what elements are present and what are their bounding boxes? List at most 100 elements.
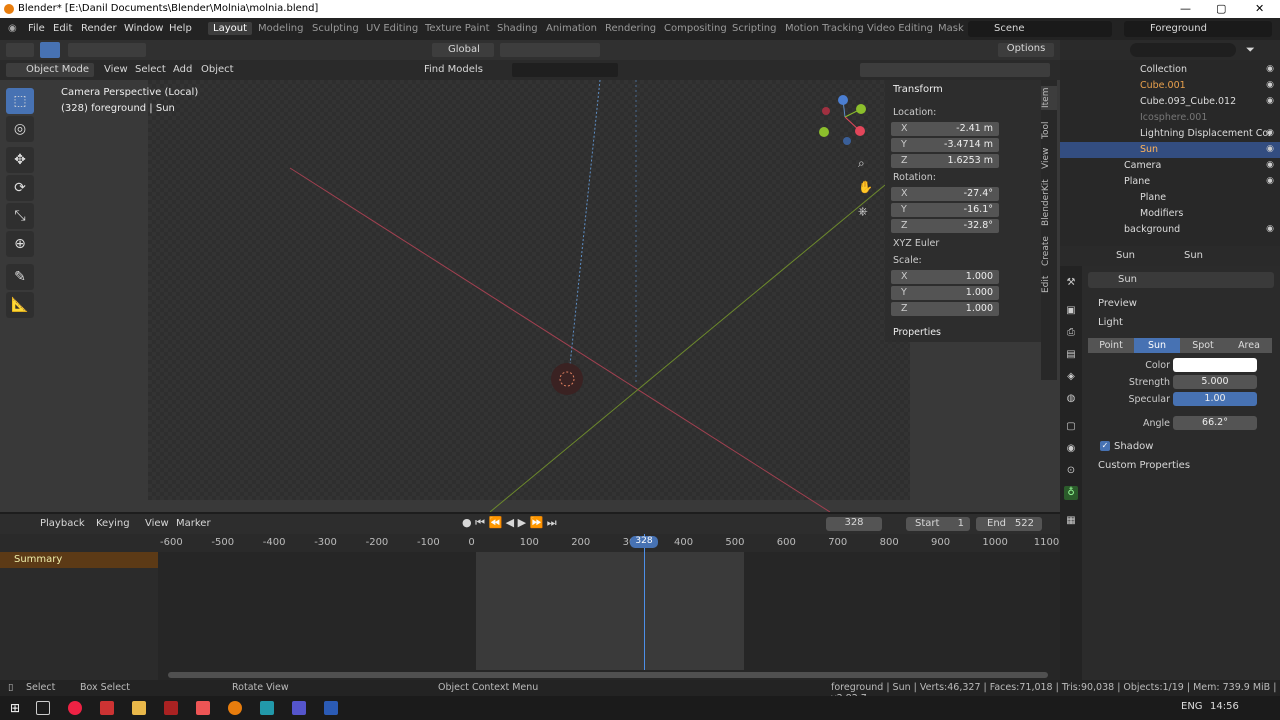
menu-object[interactable]: Object [201, 64, 234, 75]
menu-keying[interactable]: Keying [96, 518, 130, 529]
tab-texture-paint[interactable]: Texture Paint [425, 22, 490, 35]
blender-taskbar-icon[interactable] [228, 701, 242, 715]
menu-window[interactable]: Window [124, 23, 163, 34]
light-data-icon[interactable]: ♁ [1064, 486, 1078, 500]
light-type-spot[interactable]: Spot [1180, 338, 1226, 353]
outliner-item-modifiers[interactable]: Modifiers [1060, 206, 1280, 222]
minimize-button[interactable]: — [1180, 2, 1191, 15]
scale-icon[interactable]: ⤡ [6, 203, 34, 229]
rotation-mode-dropdown[interactable]: XYZ Euler [893, 238, 939, 249]
menu-playback[interactable]: Playback [40, 518, 85, 529]
outliner-item-background[interactable]: background ◉ [1060, 222, 1280, 238]
physics-icon[interactable]: ◉ [1064, 442, 1078, 456]
outliner-item-sun[interactable]: Sun ◉ [1060, 142, 1280, 158]
menu-render[interactable]: Render [81, 23, 117, 34]
timeline-ruler[interactable]: -600-500-400-300-200-1000100200300400500… [0, 534, 1060, 552]
tab-scripting[interactable]: Scripting [732, 22, 776, 35]
word-icon[interactable] [324, 701, 338, 715]
scale-y-field[interactable]: Y 1.000 [891, 286, 999, 300]
clock[interactable]: 14:56 [1210, 701, 1239, 712]
playhead[interactable] [644, 534, 645, 670]
menu-marker[interactable]: Marker [176, 518, 211, 529]
light-panel[interactable]: Light [1098, 317, 1123, 328]
move-icon[interactable]: ✥ [6, 147, 34, 173]
scene-selector[interactable]: Scene [968, 21, 1112, 37]
location-y-field[interactable]: Y -3.4714 m [891, 138, 999, 152]
context-object[interactable]: Sun [1116, 250, 1135, 261]
select-box-icon[interactable]: ⬚ [6, 88, 34, 114]
scale-x-field[interactable]: X 1.000 [891, 270, 999, 284]
outliner-item-plane-mesh[interactable]: Plane [1060, 190, 1280, 206]
angle-field[interactable]: 66.2° [1173, 416, 1257, 430]
transform-title[interactable]: Transform [893, 84, 943, 95]
rotation-x-field[interactable]: X -27.4° [891, 187, 999, 201]
timeline-scrollbar[interactable] [168, 672, 1048, 678]
context-data[interactable]: Sun [1184, 250, 1203, 261]
camera-view-icon[interactable]: ⎈ [858, 204, 868, 219]
find-models-button[interactable]: Find Models [424, 64, 483, 75]
filter-icon[interactable]: ⏷ [1246, 43, 1255, 57]
outliner-item-camera[interactable]: Camera ◉ [1060, 158, 1280, 174]
menu-view[interactable]: View [104, 64, 128, 75]
playback-controls[interactable]: ● ⏮ ⏪ ◀ ▶ ⏩ ⏭ [462, 516, 557, 530]
outliner-item-collection[interactable]: Collection ◉ [1060, 62, 1280, 78]
tab-layout[interactable]: Layout [208, 22, 252, 35]
close-button[interactable]: ✕ [1255, 2, 1264, 15]
language-indicator[interactable]: ENG [1181, 701, 1203, 712]
mode-dropdown[interactable]: Object Mode [6, 63, 94, 77]
specular-slider[interactable]: 1.00 [1173, 392, 1257, 406]
outliner-item-cube093[interactable]: Cube.093_Cube.012 ◉ [1060, 94, 1280, 110]
tab-edit[interactable]: Edit [1041, 272, 1057, 296]
output-icon[interactable]: ⎙ [1064, 326, 1078, 340]
shadow-panel[interactable]: Shadow [1114, 441, 1153, 452]
shadow-checkbox[interactable]: ✓ [1100, 441, 1110, 451]
zoom-icon[interactable]: ⌕ [858, 156, 865, 171]
scale-z-field[interactable]: Z 1.000 [891, 302, 999, 316]
visibility-eye-icon[interactable]: ◉ [1266, 128, 1274, 138]
tab-blenderkit[interactable]: BlenderKit [1041, 178, 1057, 228]
end-frame-field[interactable]: End 522 [976, 517, 1042, 531]
tab-create[interactable]: Create [1041, 234, 1057, 268]
scene-icon[interactable]: ◈ [1064, 370, 1078, 384]
visibility-eye-icon[interactable]: ◉ [1266, 64, 1274, 74]
view-layer-icon[interactable]: ▤ [1064, 348, 1078, 362]
rotate-icon[interactable]: ⟳ [6, 175, 34, 201]
hand-pan-icon[interactable]: ✋ [858, 180, 873, 194]
summary-channel[interactable]: Summary [0, 552, 158, 568]
custom-properties-panel[interactable]: Custom Properties [1098, 460, 1190, 471]
maximize-button[interactable]: ▢ [1216, 2, 1226, 15]
tab-motion-tracking[interactable]: Motion Tracking [785, 22, 864, 35]
outliner-item-lightning[interactable]: Lightning Displacement Cor ◉ [1060, 126, 1280, 142]
constraints-icon[interactable]: ⊙ [1064, 464, 1078, 478]
light-type-point[interactable]: Point [1088, 338, 1134, 353]
tab-compositing[interactable]: Compositing [664, 22, 727, 35]
object-icon[interactable]: ▢ [1064, 420, 1078, 434]
light-datablock-field[interactable]: Sun [1088, 272, 1274, 288]
tab-view[interactable]: View [1041, 146, 1057, 170]
cursor-icon[interactable]: ◎ [6, 116, 34, 142]
task-view-icon[interactable] [36, 701, 50, 715]
tab-video-editing[interactable]: Video Editing [867, 22, 933, 35]
texture-icon[interactable]: ▦ [1064, 514, 1078, 528]
visibility-eye-icon[interactable]: ◉ [1266, 224, 1274, 234]
shading-controls[interactable] [860, 63, 1050, 77]
options-dropdown[interactable]: Options [998, 43, 1054, 57]
start-frame-field[interactable]: Start 1 [906, 517, 970, 531]
editor-type-icon[interactable] [6, 43, 34, 57]
menu-select[interactable]: Select [135, 64, 166, 75]
light-type-area[interactable]: Area [1226, 338, 1272, 353]
visibility-eye-icon[interactable]: ◉ [1266, 80, 1274, 90]
telegram-icon[interactable] [260, 701, 274, 715]
timeline-area[interactable]: Summary 328 [0, 534, 1060, 680]
teams-icon[interactable] [292, 701, 306, 715]
app-icon[interactable] [100, 701, 114, 715]
tab-rendering[interactable]: Rendering [605, 22, 656, 35]
rotation-y-field[interactable]: Y -16.1° [891, 203, 999, 217]
orientation-dropdown[interactable]: Global [432, 43, 494, 57]
light-type-sun[interactable]: Sun [1134, 338, 1180, 353]
annotate-icon[interactable]: ✎ [6, 264, 34, 290]
file-explorer-icon[interactable] [132, 701, 146, 715]
transform-icon[interactable]: ⊕ [6, 231, 34, 257]
outliner-item-cube001[interactable]: Cube.001 ◉ [1060, 78, 1280, 94]
visibility-eye-icon[interactable]: ◉ [1266, 96, 1274, 106]
